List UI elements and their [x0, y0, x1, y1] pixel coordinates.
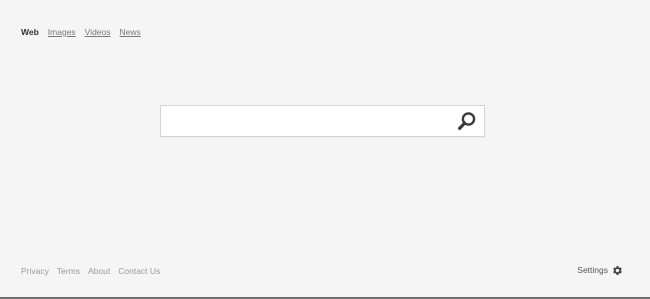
search-box [160, 105, 485, 137]
nav-item-images[interactable]: Images [48, 27, 76, 37]
settings-button[interactable]: Settings [577, 264, 623, 276]
footer-link-privacy[interactable]: Privacy [21, 266, 49, 276]
footer-link-contact-us[interactable]: Contact Us [118, 266, 160, 276]
footer-link-terms[interactable]: Terms [57, 266, 80, 276]
nav-item-news[interactable]: News [120, 27, 141, 37]
search-button[interactable] [456, 111, 478, 131]
footer-link-about[interactable]: About [88, 266, 110, 276]
footer-links: Privacy Terms About Contact Us [21, 266, 160, 276]
nav-item-videos[interactable]: Videos [85, 27, 111, 37]
top-nav: Web Images Videos News [21, 27, 141, 37]
gear-icon [613, 265, 622, 275]
search-icon [457, 112, 476, 130]
search-input[interactable] [161, 106, 451, 136]
settings-label: Settings [577, 265, 608, 275]
nav-item-web[interactable]: Web [21, 27, 39, 37]
